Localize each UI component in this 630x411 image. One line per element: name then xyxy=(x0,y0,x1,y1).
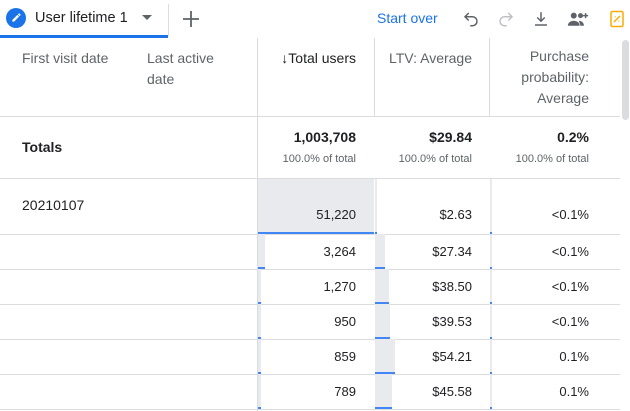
table-row[interactable]: 20210107 51,220 $2.63 <0.1% xyxy=(0,179,620,235)
cell-purchase-probability: 0.1% xyxy=(559,384,589,399)
share-users-icon[interactable] xyxy=(567,8,589,30)
table-row[interactable]: 789 $45.58 0.1% xyxy=(0,374,620,410)
header-total-users[interactable]: ↓Total users xyxy=(262,48,356,69)
cell-purchase-probability: <0.1% xyxy=(551,244,589,259)
header-purchase-probability[interactable]: Purchase probability: Average xyxy=(494,46,589,109)
download-icon[interactable] xyxy=(530,8,552,30)
start-over-button[interactable]: Start over xyxy=(377,10,438,26)
cell-total-users: 51,220 xyxy=(316,207,356,222)
total-users-bar xyxy=(258,269,261,302)
totals-total-users-pct: 100.0% of total xyxy=(282,153,356,165)
report-icon[interactable] xyxy=(606,8,628,30)
tab-separator xyxy=(168,4,169,36)
cell-total-users: 3,264 xyxy=(323,244,356,259)
totals-purchase: 0.2% xyxy=(557,129,589,145)
vertical-scrollbar[interactable] xyxy=(622,40,629,120)
header-ltv-average[interactable]: LTV: Average xyxy=(378,48,472,69)
cell-ltv-average: $45.58 xyxy=(432,384,472,399)
purchase-bar xyxy=(490,269,492,302)
header-total-users-label: Total users xyxy=(288,50,356,66)
header-divider xyxy=(0,116,620,117)
ltv-bar xyxy=(375,179,377,232)
table-row[interactable]: 859 $54.21 0.1% xyxy=(0,339,620,375)
cell-total-users: 859 xyxy=(334,349,356,364)
cell-purchase-probability: <0.1% xyxy=(551,279,589,294)
cell-total-users: 950 xyxy=(334,314,356,329)
cell-first-visit-date: 20210107 xyxy=(22,197,85,213)
purchase-bar xyxy=(490,304,492,337)
totals-ltv: $29.84 xyxy=(429,129,472,145)
table-row[interactable]: 3,264 $27.34 <0.1% xyxy=(0,234,620,270)
header-last-active-date[interactable]: Last active date xyxy=(147,48,237,90)
pencil-icon[interactable] xyxy=(6,7,26,28)
tab-user-lifetime[interactable]: User lifetime 1 xyxy=(0,0,168,38)
cell-purchase-probability: <0.1% xyxy=(551,207,589,222)
totals-purchase-pct: 100.0% of total xyxy=(515,153,589,165)
purchase-bar xyxy=(490,179,492,232)
totals-total-users: 1,003,708 xyxy=(293,129,356,145)
plus-icon xyxy=(183,11,199,27)
cell-ltv-average: $38.50 xyxy=(432,279,472,294)
row-divider xyxy=(0,409,620,410)
total-users-bar xyxy=(258,339,261,372)
table-row[interactable]: 1,270 $38.50 <0.1% xyxy=(0,269,620,305)
totals-ltv-pct: 100.0% of total xyxy=(398,153,472,165)
chevron-down-icon[interactable] xyxy=(141,15,152,20)
header-first-visit-date[interactable]: First visit date xyxy=(22,48,108,69)
column-divider xyxy=(374,38,375,116)
table-row[interactable]: 950 $39.53 <0.1% xyxy=(0,304,620,340)
total-users-bar xyxy=(258,374,261,407)
purchase-bar xyxy=(490,339,492,372)
redo-icon[interactable] xyxy=(495,8,517,30)
cell-total-users: 1,270 xyxy=(323,279,356,294)
add-tab-button[interactable] xyxy=(178,6,204,32)
totals-label: Totals xyxy=(22,139,63,155)
cell-ltv-average: $39.53 xyxy=(432,314,472,329)
cell-ltv-average: $27.34 xyxy=(432,244,472,259)
total-users-bar xyxy=(258,304,261,337)
column-divider xyxy=(489,38,490,116)
tab-label: User lifetime 1 xyxy=(35,9,128,26)
purchase-bar xyxy=(490,234,492,267)
cell-purchase-probability: <0.1% xyxy=(551,314,589,329)
cell-purchase-probability: 0.1% xyxy=(559,349,589,364)
cell-ltv-average: $2.63 xyxy=(439,207,472,222)
cell-total-users: 789 xyxy=(334,384,356,399)
total-users-bar xyxy=(258,179,374,232)
undo-icon[interactable] xyxy=(460,8,482,30)
toolbar: User lifetime 1 Start over xyxy=(0,0,630,38)
cell-ltv-average: $54.21 xyxy=(432,349,472,364)
purchase-bar xyxy=(490,374,492,407)
